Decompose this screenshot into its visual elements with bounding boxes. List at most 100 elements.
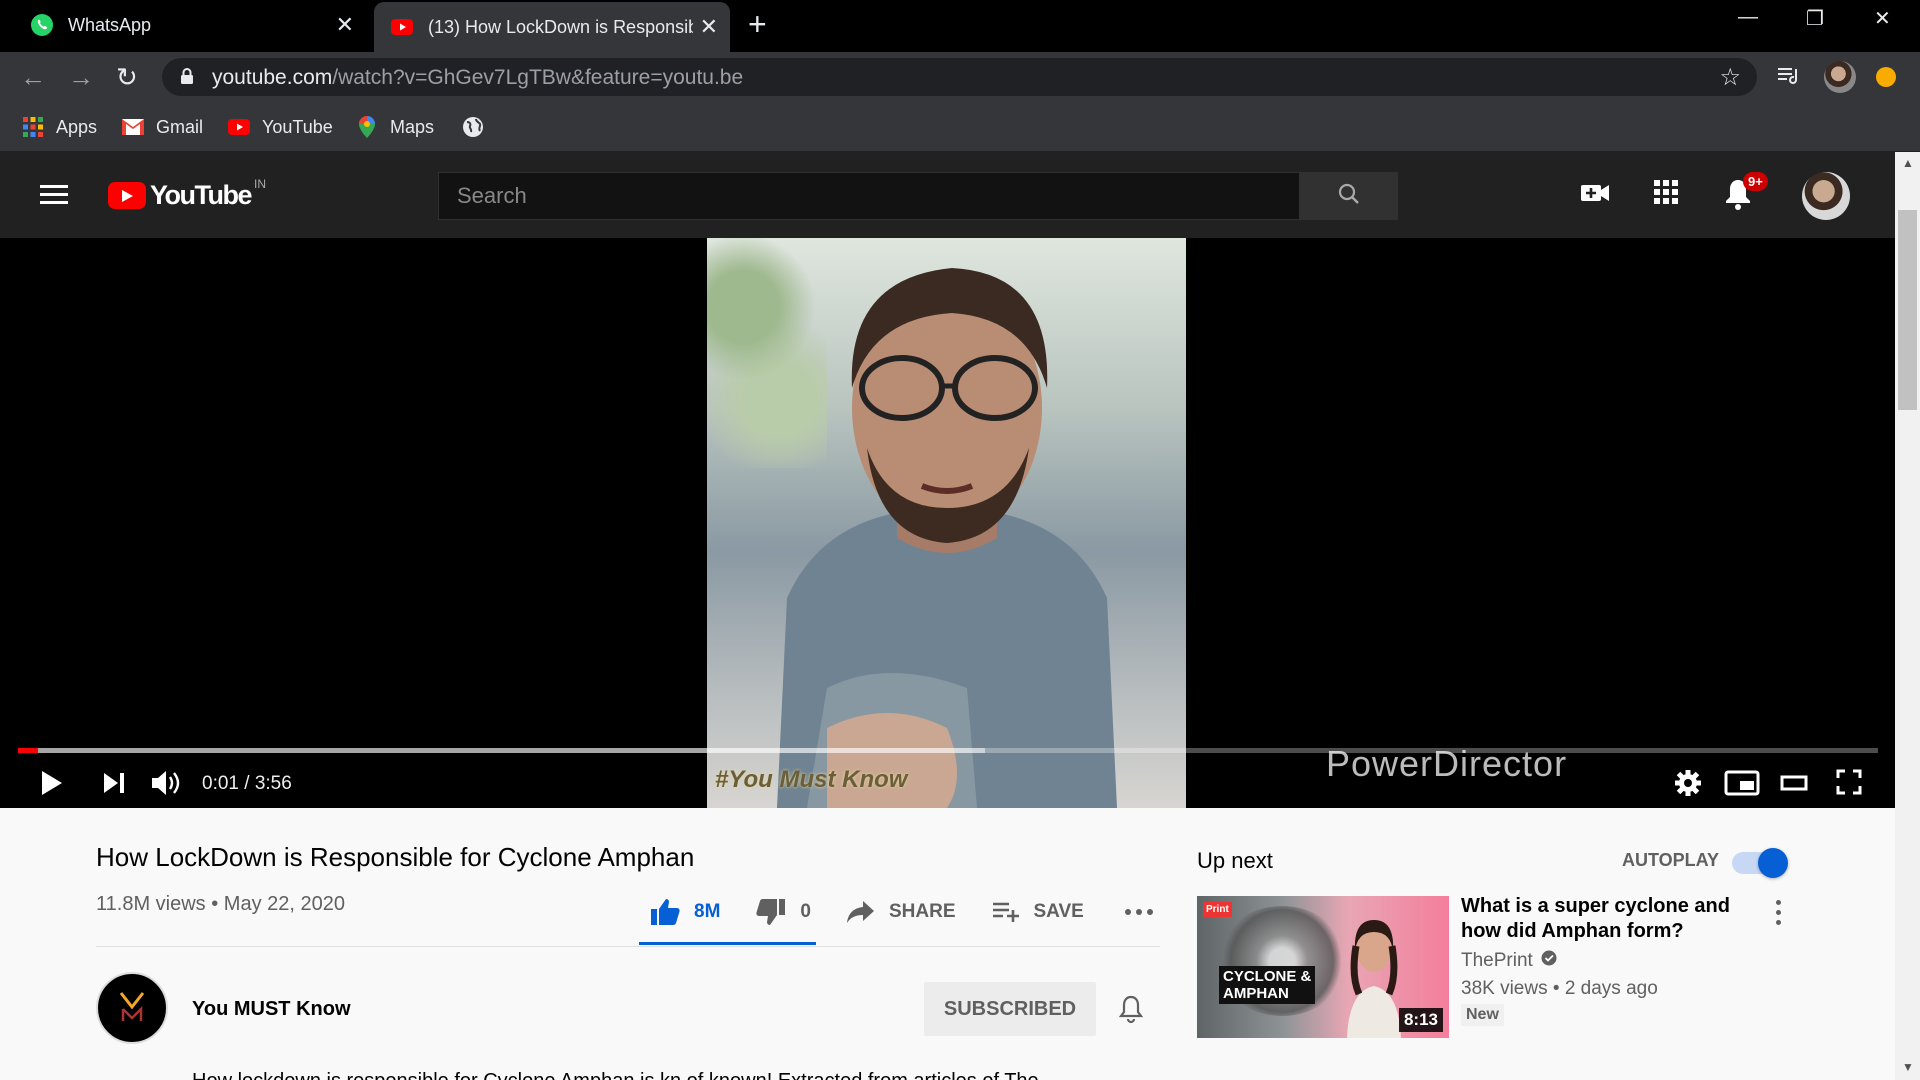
media-queue-icon[interactable] [1776,65,1800,92]
apps-grid-icon[interactable] [1652,178,1680,211]
create-video-icon[interactable] [1580,178,1610,213]
channel-avatar[interactable] [96,972,168,1044]
view-count: 11.8M views [96,893,206,915]
tab-title: (13) How LockDown is Responsible for Cyc… [428,16,693,37]
close-icon[interactable]: ✕ [336,12,354,38]
bookmark-label: Apps [56,116,98,137]
tab-whatsapp[interactable]: WhatsApp ✕ [0,0,366,50]
close-icon[interactable]: ✕ [700,14,718,40]
gmail-icon [122,116,144,138]
like-button[interactable]: 8M [650,898,720,926]
bookmark-label: Maps [390,116,435,137]
subscribed-button[interactable]: SUBSCRIBED [924,982,1096,1036]
channel-logo-icon [119,992,145,1021]
back-arrow-icon[interactable]: ← [20,62,46,92]
recommendation-title[interactable]: What is a super cyclone and how did Amph… [1461,894,1761,944]
youtube-icon [228,116,250,138]
video-actions: 8M 0 SHARE SAVE [640,894,1168,930]
minimize-icon[interactable]: — [1738,6,1758,29]
up-next-label: Up next [1197,848,1273,873]
bookmark-maps[interactable]: Maps [356,116,434,138]
divider [96,946,1160,947]
thumbnail-caption: CYCLONE & AMPHAN [1219,966,1316,1004]
tab-title: WhatsApp [68,14,152,35]
bookmarks-bar: Apps Gmail YouTube Maps [0,102,1920,152]
meta-separator: • [211,893,224,915]
video-player[interactable]: #You Must Know PowerDirector 0:01 / 3:56 [0,238,1895,808]
autoplay-toggle[interactable] [1732,848,1788,878]
search-box [438,172,1300,220]
bookmark-youtube[interactable]: YouTube [228,116,333,138]
lock-icon [180,67,194,85]
dislike-button[interactable]: 0 [756,898,811,926]
bookmark-star-icon[interactable]: ☆ [1719,63,1741,92]
country-code: IN [253,176,266,191]
search-input[interactable] [439,173,1299,219]
address-bar[interactable]: youtube.com/watch?v=GhGev7LgTBw&feature=… [162,58,1757,96]
update-indicator-icon[interactable] [1876,67,1896,87]
profile-avatar[interactable] [1824,61,1856,93]
new-tab-button[interactable]: + [748,8,767,40]
share-label: SHARE [888,901,956,922]
reload-icon[interactable]: ↻ [116,62,138,92]
play-icon[interactable] [40,769,64,802]
recommendation-thumbnail[interactable]: Print CYCLONE & AMPHAN 8:13 [1197,896,1449,1038]
browser-tabstrip: WhatsApp ✕ (13) How LockDown is Responsi… [0,0,1920,52]
youtube-icon [390,15,414,39]
playlist-add-icon [992,902,1019,922]
more-actions-button[interactable] [1124,908,1168,916]
verified-check-icon [1541,950,1557,972]
globe-icon [462,116,484,138]
thumbs-up-icon [651,899,680,925]
scroll-down-arrow-icon[interactable]: ▼ [1902,1060,1914,1074]
share-icon [846,901,874,923]
restore-icon[interactable]: ❐ [1806,6,1824,31]
progress-bar[interactable] [18,748,1878,753]
scroll-up-arrow-icon[interactable]: ▲ [1902,156,1914,170]
youtube-masthead: YouTube IN 9+ [0,152,1895,238]
dislike-count: 0 [800,901,811,922]
menu-icon[interactable] [40,185,68,205]
bookmark-gmail[interactable]: Gmail [122,116,203,138]
recommendation-meta: 38K views • 2 days ago [1461,978,1658,999]
watch-content: How LockDown is Responsible for Cyclone … [0,808,1895,1080]
volume-icon[interactable] [150,769,182,802]
tab-youtube-video[interactable]: (13) How LockDown is Responsible for Cyc… [374,2,730,52]
settings-gear-icon[interactable] [1674,769,1702,802]
theater-mode-icon[interactable] [1780,769,1808,802]
bookmark-globe[interactable] [462,116,496,138]
new-badge: New [1461,1004,1504,1026]
notification-bell-icon[interactable] [1118,994,1144,1029]
progress-loaded [18,748,986,753]
maps-pin-icon [356,116,378,138]
share-button[interactable]: SHARE [846,900,956,924]
video-meta: 11.8M views • May 22, 2020 [96,893,345,916]
close-window-icon[interactable]: ✕ [1874,6,1891,31]
next-icon[interactable] [102,769,126,802]
thumbs-down-icon [756,899,786,925]
like-count: 8M [694,901,721,922]
channel-name[interactable]: You MUST Know [192,998,351,1021]
progress-played [18,748,38,753]
url-text: youtube.com/watch?v=GhGev7LgTBw&feature=… [212,66,744,89]
save-button[interactable]: SAVE [992,900,1084,924]
youtube-play-logo-icon [108,182,146,209]
more-horizontal-icon [1124,909,1153,915]
forward-arrow-icon[interactable]: → [68,62,94,92]
video-frame [707,238,1186,808]
account-avatar[interactable] [1802,172,1850,220]
browser-toolbar: ← → ↻ youtube.com/watch?v=GhGev7LgTBw&fe… [0,52,1920,102]
player-controls: 0:01 / 3:56 [0,763,1895,808]
youtube-logo[interactable]: YouTube IN [108,176,266,211]
recommendation-channel[interactable]: ThePrint [1461,950,1557,972]
bookmark-apps[interactable]: Apps [22,116,97,138]
duration-badge: 8:13 [1398,1008,1443,1032]
scrollbar-thumb[interactable] [1898,210,1917,410]
miniplayer-icon[interactable] [1724,769,1760,802]
like-ratio-bar [639,942,816,945]
more-vertical-icon[interactable] [1776,900,1782,930]
search-button[interactable] [1300,172,1398,220]
video-title: How LockDown is Responsible for Cyclone … [96,842,695,872]
page-scrollbar[interactable]: ▲ ▼ [1895,152,1920,1080]
fullscreen-icon[interactable] [1836,769,1862,800]
